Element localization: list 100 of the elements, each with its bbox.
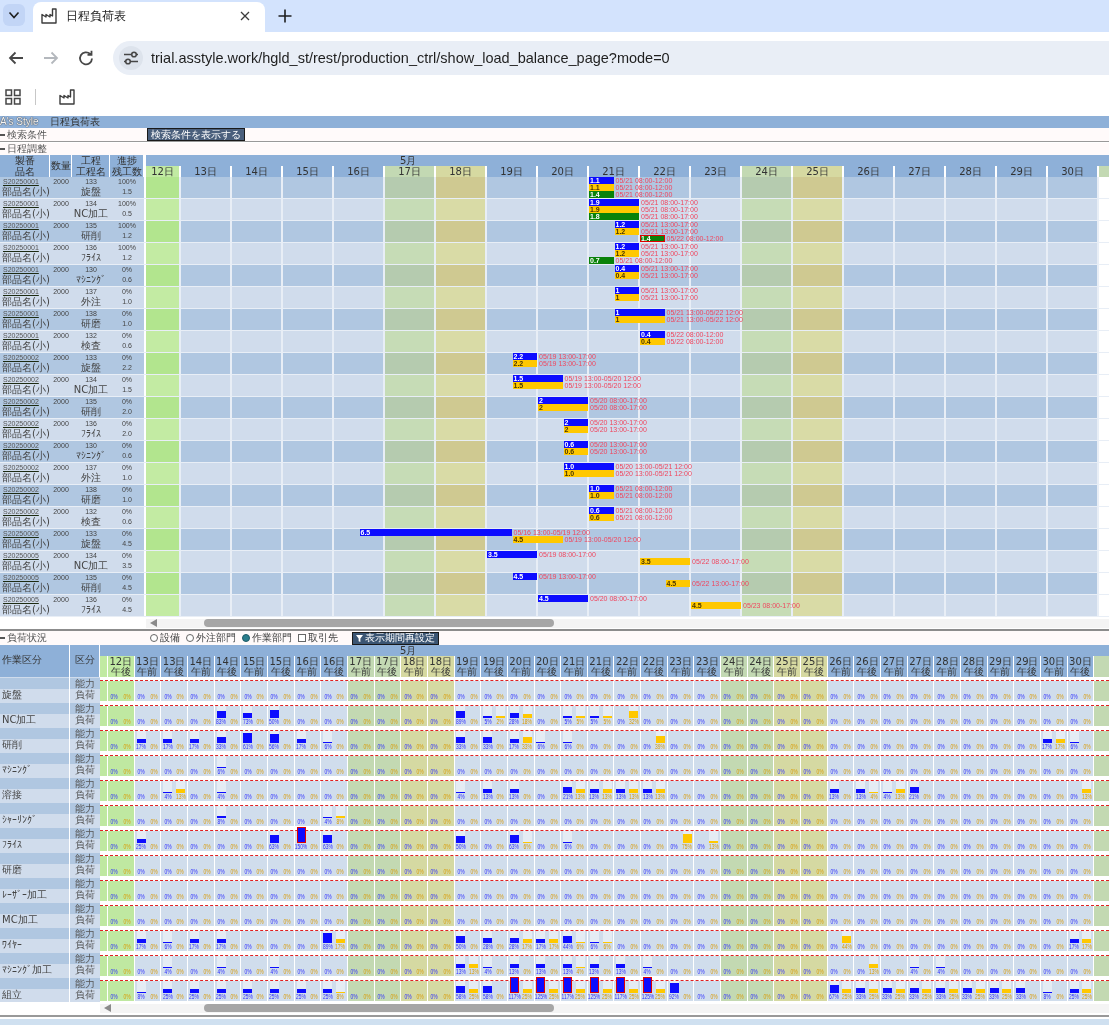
- load-label: 負荷: [74, 765, 96, 775]
- day-header: [1099, 166, 1109, 177]
- half-day-header: 21日午後: [587, 656, 615, 677]
- process-name: 組立: [1, 990, 23, 1000]
- month-label: 5月: [400, 155, 417, 166]
- half-day-header: 27日午後: [907, 656, 935, 677]
- tab-list-button[interactable]: [3, 4, 25, 26]
- half-day-header: [1094, 656, 1109, 677]
- close-icon[interactable]: [240, 10, 250, 21]
- load-label: 負荷: [74, 940, 96, 950]
- apps-button[interactable]: [5, 89, 21, 105]
- month-label: 5月: [400, 645, 417, 656]
- process-name-text: 旋盤: [80, 186, 102, 198]
- browser-tab[interactable]: 日程負荷表: [33, 2, 265, 32]
- site-info-button[interactable]: [119, 46, 143, 70]
- period-reset-button[interactable]: 表示期間再設定: [352, 631, 439, 645]
- part-name-text: 部品名(小): [1, 604, 50, 616]
- part-name-text: 部品名(小): [1, 384, 50, 396]
- scroll-left-icon[interactable]: [150, 619, 157, 627]
- scroll-left-icon[interactable]: [104, 1004, 111, 1012]
- new-tab-button[interactable]: [278, 9, 292, 23]
- part-name-text: 部品名(小): [1, 186, 50, 198]
- horizontal-scrollbar[interactable]: [146, 618, 1109, 628]
- process-name-text: ﾌﾗｲｽ: [80, 428, 102, 440]
- half-day-header: 28日午前: [934, 656, 961, 677]
- process-name: ﾏｼﾆﾝｸﾞ: [1, 765, 33, 775]
- half-day-header: 17日午前: [347, 656, 375, 677]
- process-name-text: ﾌﾗｲｽ: [80, 604, 102, 616]
- tune-icon: [123, 50, 139, 66]
- process-name-text: NC加工: [72, 384, 110, 396]
- part-name-text: 部品名(小): [1, 516, 50, 528]
- capacity-label: 能力: [74, 853, 96, 864]
- capacity-label: 能力: [74, 753, 96, 764]
- half-day-header: 22日午前: [614, 656, 642, 677]
- process-name: 旋盤: [1, 690, 23, 700]
- load-label: 負荷: [74, 790, 96, 800]
- part-name-text: 部品名(小): [1, 560, 50, 572]
- half-day-header: 28日午後: [961, 656, 988, 677]
- radio-option[interactable]: 外注部門: [186, 633, 236, 643]
- part-name-text: 部品名(小): [1, 252, 50, 264]
- half-day-header: 30日午後: [1067, 656, 1095, 677]
- load-label: 負荷: [74, 890, 96, 900]
- half-day-header: 25日午後: [801, 656, 828, 677]
- half-day-header: 14日午前: [187, 656, 215, 677]
- process-name-text: 研削: [80, 582, 102, 594]
- process-name-text: 旋盤: [80, 362, 102, 374]
- part-name-text: 部品名(小): [1, 494, 50, 506]
- scrollbar-thumb[interactable]: [204, 1004, 554, 1012]
- part-name-text: 部品名(小): [1, 362, 50, 374]
- column-header: 品名: [14, 166, 35, 177]
- factory-icon: [59, 89, 75, 105]
- process-name: 研削: [1, 740, 23, 750]
- reload-button[interactable]: [78, 50, 94, 66]
- capacity-label: 能力: [74, 878, 96, 889]
- process-name-text: ﾏｼﾆﾝｸﾞ: [75, 274, 107, 286]
- half-day-header: 30日午前: [1040, 656, 1068, 677]
- half-day-header: 12日午後: [108, 656, 135, 677]
- part-name-text: 部品名(小): [1, 538, 50, 550]
- half-day-header: 23日午後: [694, 656, 722, 677]
- address-bar[interactable]: trial.asstyle.work/hgld_st/rest/production_ctrl/show_load_balance_page?mode=0: [113, 41, 1109, 75]
- show-search-button[interactable]: 検索条件を表示する: [147, 128, 245, 141]
- page-title: 日程負荷表: [49, 116, 100, 128]
- radio-option[interactable]: 作業部門: [242, 633, 292, 643]
- capacity-label: 能力: [74, 778, 96, 789]
- back-button[interactable]: [8, 50, 24, 66]
- reload-icon: [78, 50, 94, 66]
- half-day-header: 16日午前: [294, 656, 322, 677]
- column-header: 区分: [70, 645, 100, 677]
- process-name: ﾌﾗｲｽ: [1, 840, 23, 850]
- checkbox-option[interactable]: 取引先: [298, 633, 338, 643]
- process-name-text: 外注: [80, 472, 102, 484]
- process-name-text: 研削: [80, 406, 102, 418]
- half-day-header: 15日午前: [241, 656, 268, 677]
- process-name-text: 研磨: [80, 318, 102, 330]
- process-name-text: 検査: [80, 516, 102, 528]
- half-day-header: 19日午前: [454, 656, 482, 677]
- half-day-header: 23日午前: [667, 656, 695, 677]
- process-name-text: ﾌﾗｲｽ: [80, 252, 102, 264]
- capacity-label: 能力: [74, 953, 96, 964]
- horizontal-scrollbar[interactable]: [100, 1003, 1109, 1013]
- half-day-header: 26日午後: [854, 656, 882, 677]
- collapse-icon[interactable]: [0, 133, 5, 136]
- load-label: 負荷: [74, 915, 96, 925]
- process-name: 溶接: [1, 790, 23, 800]
- half-day-header: 27日午前: [881, 656, 908, 677]
- half-day-header: 20日午前: [507, 656, 535, 677]
- process-name-text: 研削: [80, 230, 102, 242]
- half-day-header: 26日午前: [827, 656, 855, 677]
- process-name-text: ﾏｼﾆﾝｸﾞ: [75, 450, 107, 462]
- scrollbar-thumb[interactable]: [204, 619, 554, 627]
- load-label: 負荷: [74, 865, 96, 875]
- half-day-header: 16日午後: [321, 656, 348, 677]
- section-title: 検索条件: [7, 129, 47, 140]
- bookmark-button[interactable]: [59, 89, 75, 105]
- load-label: 負荷: [74, 740, 96, 750]
- process-name: ﾜｲﾔｰ: [1, 940, 23, 950]
- load-label: 負荷: [74, 990, 96, 1000]
- process-name: ﾚｰｻﾞｰ加工: [1, 890, 48, 900]
- capacity-label: 能力: [74, 678, 96, 689]
- radio-option[interactable]: 設備: [150, 633, 180, 643]
